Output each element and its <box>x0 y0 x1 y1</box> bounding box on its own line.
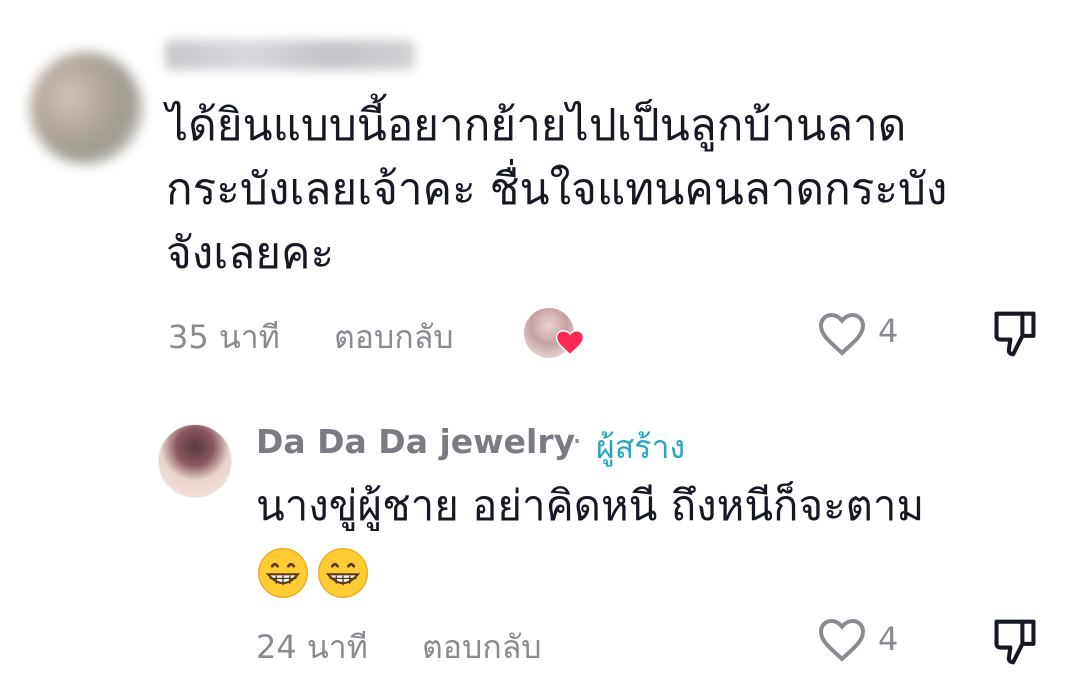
comment-author-name[interactable]: Da Da Da jewelry <box>256 422 575 461</box>
comment-timestamp: 24 นาที <box>256 628 368 666</box>
heart-outline-icon[interactable] <box>818 618 866 662</box>
creator-avatar[interactable] <box>158 424 232 498</box>
heart-filled-icon <box>556 330 584 356</box>
like-count: 4 <box>878 312 899 350</box>
grinning-face-icon <box>258 547 308 598</box>
emoji-row <box>256 538 1056 602</box>
like-count: 4 <box>878 620 899 658</box>
thumbs-down-icon[interactable] <box>992 310 1038 358</box>
commenter-name-blurred[interactable] <box>165 40 415 70</box>
comment-text: ได้ยินแบบนี้อยากย้ายไปเป็นลูกบ้านลาด กระ… <box>166 94 1056 286</box>
reply-button[interactable]: ตอบกลับ <box>422 622 542 673</box>
heart-outline-icon[interactable] <box>818 312 866 356</box>
comment-line: กระบังเลยเจ้าคะ ชื่นใจแทนคนลาดกระบัง <box>166 164 948 215</box>
comment-timestamp: 35 นาที <box>168 318 280 356</box>
separator-dot: · <box>572 422 583 460</box>
comment-line: ได้ยินแบบนี้อยากย้ายไปเป็นลูกบ้านลาด <box>166 100 907 151</box>
creator-badge: ผู้สร้าง <box>596 428 686 466</box>
reply-button[interactable]: ตอบกลับ <box>334 312 454 363</box>
comment-line: จังเลยคะ <box>166 228 335 279</box>
comment-line: นางขู่ผู้ชาย อย่าคิดหนี ถึงหนีก็จะตาม <box>256 481 925 530</box>
comment-text: นางขู่ผู้ชาย อย่าคิดหนี ถึงหนีก็จะตาม <box>256 474 1056 602</box>
commenter-avatar-blurred[interactable] <box>30 52 142 164</box>
thumbs-down-icon[interactable] <box>992 618 1038 666</box>
grinning-face-icon <box>318 547 368 598</box>
